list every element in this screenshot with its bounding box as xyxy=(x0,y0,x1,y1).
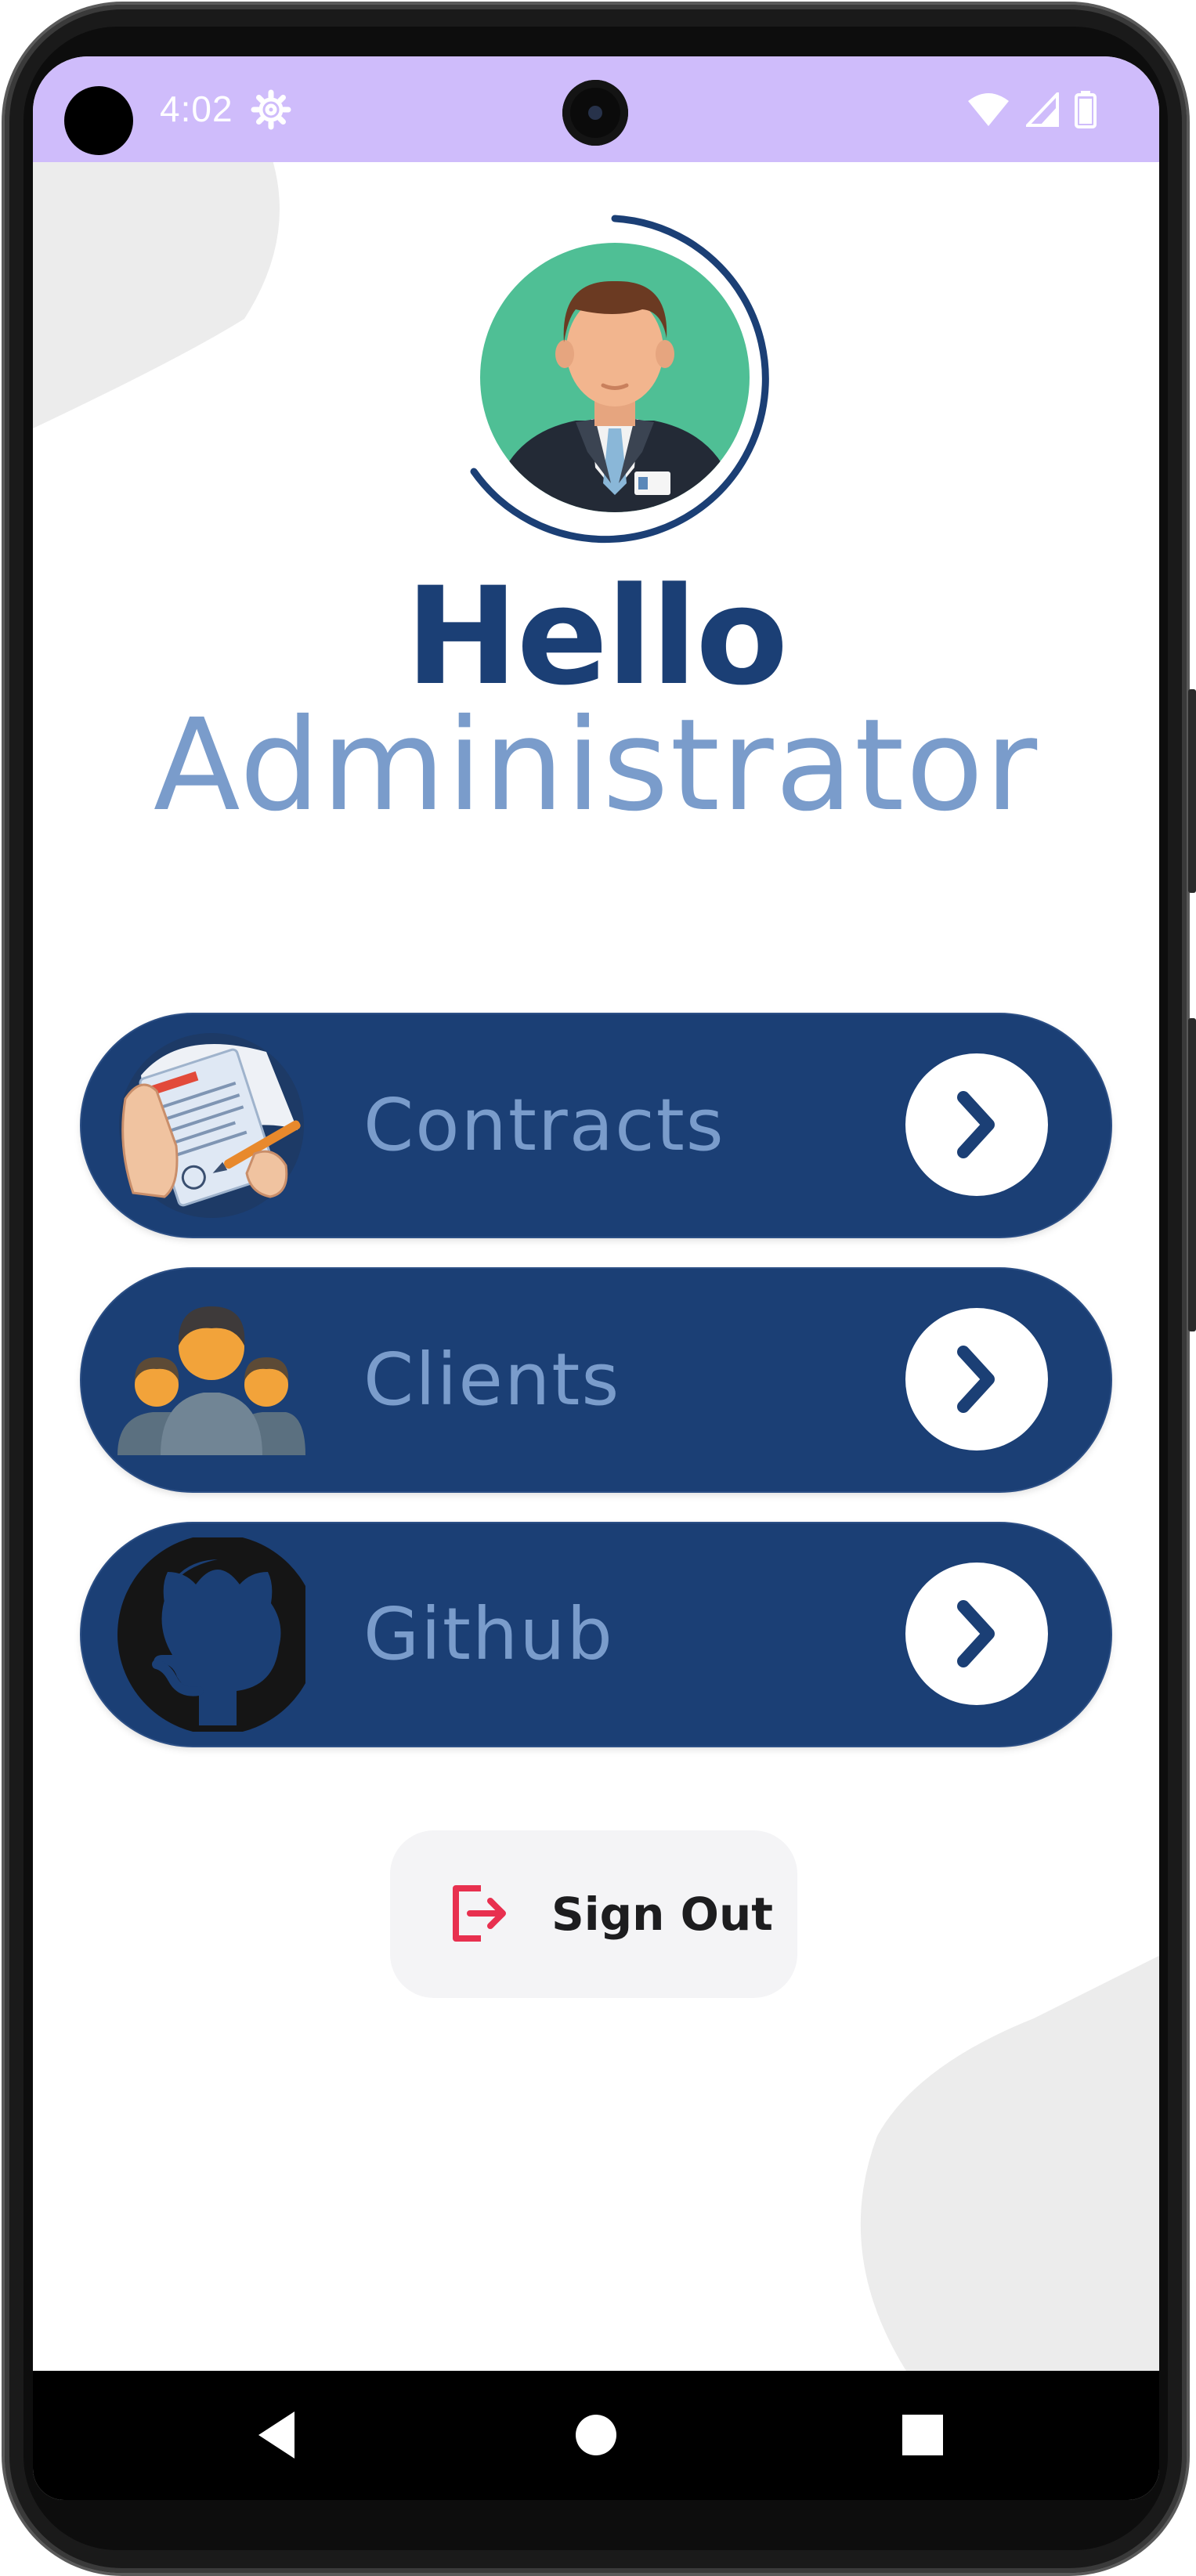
greeting-title: Hello xyxy=(405,558,789,715)
status-time: 4:02 xyxy=(160,89,233,129)
logout-icon xyxy=(453,1885,506,1942)
avatar-icon xyxy=(470,215,769,544)
front-camera xyxy=(562,80,628,146)
status-icons xyxy=(967,91,1097,128)
battery-icon xyxy=(1075,91,1097,128)
chevron-right-icon xyxy=(957,1091,995,1158)
decorative-blob-bottom xyxy=(860,1956,1159,2371)
home-content: Hello Administrator Contracts Clients Gi… xyxy=(33,162,1159,2371)
github-label: Github xyxy=(363,1592,614,1676)
phone-frame: 4:02 Hello Administrator Contracts Clien… xyxy=(0,0,1196,2576)
github-menu-card[interactable]: Github xyxy=(81,1523,1111,1746)
clients-arrow-button[interactable] xyxy=(905,1308,1048,1451)
settings-gear-icon xyxy=(251,89,291,130)
app-screen: 4:02 Hello Administrator Contracts Clien… xyxy=(33,56,1159,2500)
sign-out-label: Sign Out xyxy=(551,1888,773,1941)
chevron-right-icon xyxy=(957,1346,995,1413)
contracts-menu-card[interactable]: Contracts xyxy=(81,1014,1111,1237)
power-button xyxy=(1188,1018,1196,1331)
clients-label: Clients xyxy=(363,1338,621,1422)
status-bar: 4:02 xyxy=(33,56,1159,162)
decorative-blob-top xyxy=(33,162,280,428)
contract-signing-icon xyxy=(119,1033,304,1218)
recents-icon[interactable] xyxy=(890,2402,956,2468)
clients-menu-card[interactable]: Clients xyxy=(81,1269,1111,1491)
volume-button xyxy=(1188,689,1196,893)
sign-out-button[interactable]: Sign Out xyxy=(390,1830,797,1998)
role-subtitle: Administrator xyxy=(153,692,1039,840)
front-sensor xyxy=(64,86,133,155)
chevron-right-icon xyxy=(957,1600,995,1667)
clients-group-icon xyxy=(117,1306,305,1455)
home-icon[interactable] xyxy=(563,2402,629,2468)
contracts-label: Contracts xyxy=(363,1083,725,1167)
wifi-icon xyxy=(968,93,1009,126)
navigation-bar xyxy=(33,2371,1159,2500)
admin-avatar xyxy=(435,209,779,554)
contracts-arrow-button[interactable] xyxy=(905,1053,1048,1196)
github-octocat-icon xyxy=(117,1537,305,1732)
github-arrow-button[interactable] xyxy=(905,1563,1048,1705)
back-icon[interactable] xyxy=(244,2402,310,2468)
cell-signal-icon xyxy=(1026,92,1059,127)
